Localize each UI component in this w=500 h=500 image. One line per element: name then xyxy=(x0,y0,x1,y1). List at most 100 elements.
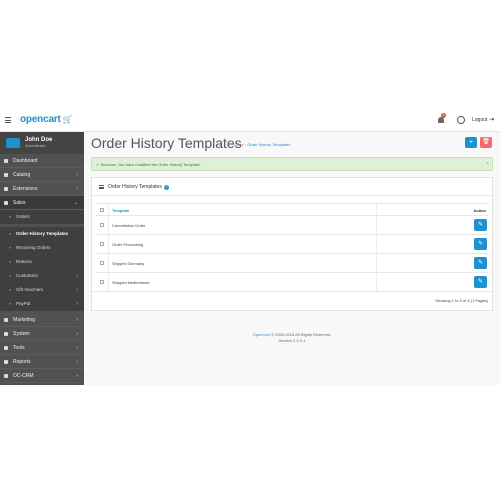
sidebar-subitem-label: PayPal xyxy=(16,301,31,306)
chevron-right-icon: › xyxy=(76,373,78,379)
template-name: Shipped Germany xyxy=(112,261,145,266)
sidebar-item-label: System xyxy=(13,331,30,337)
sidebar-subitem-order-history-templates[interactable]: » Order History Templates xyxy=(0,227,84,241)
logout-link[interactable]: Logout ⇥ xyxy=(472,116,494,123)
sidebar-subitem-label: Order History Templates xyxy=(16,231,69,236)
footer-brand-link[interactable]: OpenCart xyxy=(253,332,270,337)
table-row: Order Processing ✎ xyxy=(96,234,489,253)
sidebar-item-label: Marketing xyxy=(13,317,35,323)
sidebar: John Doe Administrator Dashboard Catalog… xyxy=(0,132,84,385)
page-title: Order History Templates xyxy=(91,135,242,151)
chevron-right-icon: › xyxy=(76,317,78,323)
pagination-results: Showing 1 to 4 of 4 (1 Pages) xyxy=(435,298,488,303)
sidebar-subitem-customers[interactable]: » Customers › xyxy=(0,269,84,283)
close-icon[interactable]: × xyxy=(486,161,489,167)
angle-right-icon: » xyxy=(9,301,12,306)
user-profile[interactable]: John Doe Administrator xyxy=(0,132,84,154)
breadcrumb-current[interactable]: Order History Templates xyxy=(247,142,290,147)
edit-button[interactable]: ✎ xyxy=(474,238,487,250)
row-checkbox[interactable] xyxy=(100,261,104,265)
footer-version: Version 2.0.3.1 xyxy=(278,338,306,343)
angle-right-icon: » xyxy=(9,245,12,250)
delete-button[interactable]: 🗑 xyxy=(480,137,492,148)
sidebar-item-dashboard[interactable]: Dashboard xyxy=(0,154,84,168)
tag-icon xyxy=(4,173,8,177)
templates-panel: Order History Templates? Template Action… xyxy=(91,177,493,311)
top-navbar: opencart 🛒 4 Logout ⇥ xyxy=(0,110,500,132)
panel-title: Order History Templates? xyxy=(108,184,169,190)
template-name: Shipped Netherlands xyxy=(112,280,150,285)
sidebar-item-oc-crm[interactable]: OC-CRM › xyxy=(0,369,84,383)
sign-out-icon: ⇥ xyxy=(489,117,495,123)
add-new-button[interactable]: + xyxy=(465,137,477,148)
opencart-logo[interactable]: opencart 🛒 xyxy=(20,114,73,125)
sidebar-item-label: OC-CRM xyxy=(13,373,34,379)
wrench-icon xyxy=(4,346,8,350)
sidebar-subitem-paypal[interactable]: » PayPal › xyxy=(0,297,84,311)
sidebar-item-reports[interactable]: Reports › xyxy=(0,355,84,369)
sidebar-item-system[interactable]: System › xyxy=(0,327,84,341)
logo-text: opencart xyxy=(20,114,61,125)
row-checkbox[interactable] xyxy=(100,280,104,284)
table-header-row: Template Action xyxy=(96,203,489,215)
notification-badge: 4 xyxy=(441,113,446,118)
table-row: Cancellation Order ✎ xyxy=(96,215,489,234)
sidebar-subitem-returns[interactable]: » Returns xyxy=(0,255,84,269)
panel-title-text: Order History Templates xyxy=(108,184,162,190)
success-alert: ✓ Success: You have modified the Order H… xyxy=(91,157,493,171)
sidebar-subitem-label: Orders xyxy=(16,214,30,219)
edit-button[interactable]: ✎ xyxy=(474,257,487,269)
select-all-checkbox[interactable] xyxy=(100,208,104,212)
footer-copyright: © 2009-2015 All Rights Reserved. xyxy=(269,332,332,337)
chevron-down-icon: ⌄ xyxy=(73,200,78,206)
row-checkbox[interactable] xyxy=(100,242,104,246)
help-question-icon[interactable]: ? xyxy=(163,185,169,190)
row-checkbox[interactable] xyxy=(100,223,104,227)
column-header-template[interactable]: Template xyxy=(112,208,129,213)
alert-text: ✓ Success: You have modified the Order H… xyxy=(96,162,201,167)
share-icon xyxy=(4,318,8,322)
sidebar-item-extensions[interactable]: Extensions › xyxy=(0,182,84,196)
sidebar-item-label: Extensions xyxy=(13,186,38,192)
chevron-right-icon: › xyxy=(76,345,78,351)
bar-chart-icon xyxy=(4,360,8,364)
angle-right-icon: » xyxy=(9,259,12,264)
breadcrumb-home[interactable]: Home xyxy=(233,142,244,147)
table-row: Shipped Germany ✎ xyxy=(96,253,489,272)
sidebar-item-catalog[interactable]: Catalog › xyxy=(0,168,84,182)
sidebar-item-tools[interactable]: Tools › xyxy=(0,341,84,355)
footer: OpenCart © 2009-2015 All Rights Reserved… xyxy=(91,332,493,344)
shopping-cart-icon xyxy=(4,201,8,205)
angle-right-icon: » xyxy=(9,214,12,219)
breadcrumb-separator: › xyxy=(244,142,247,147)
column-header-action: Action xyxy=(473,208,486,213)
bar-chart-icon xyxy=(4,374,8,378)
profile-role: Administrator xyxy=(25,144,46,148)
panel-heading: Order History Templates? xyxy=(92,178,492,196)
logout-label: Logout xyxy=(472,117,488,123)
edit-button[interactable]: ✎ xyxy=(474,276,487,288)
sidebar-subitem-label: Returns xyxy=(16,259,32,264)
sidebar-item-marketing[interactable]: Marketing › xyxy=(0,313,84,327)
avatar xyxy=(6,138,20,148)
puzzle-icon xyxy=(4,187,8,191)
sidebar-subitem-recurring-orders[interactable]: » Recurring Orders xyxy=(0,241,84,255)
notifications-bell-icon[interactable]: 4 xyxy=(437,113,446,124)
sidebar-subitem-gift-vouchers[interactable]: » Gift Vouchers › xyxy=(0,283,84,297)
sidebar-subitem-label: Recurring Orders xyxy=(16,245,51,250)
sidebar-item-label: Tools xyxy=(13,345,25,351)
breadcrumb: Home › Order History Templates xyxy=(233,142,290,147)
sidebar-item-label: Dashboard xyxy=(13,158,38,164)
chevron-right-icon: › xyxy=(76,186,78,192)
sidebar-subitem-orders[interactable]: » Orders xyxy=(0,210,84,224)
edit-button[interactable]: ✎ xyxy=(474,219,487,231)
sidebar-item-sales[interactable]: Sales ⌄ xyxy=(0,196,84,210)
gear-icon xyxy=(4,332,8,336)
table-row: Shipped Netherlands ✎ xyxy=(96,272,489,291)
help-lifering-icon[interactable] xyxy=(457,116,465,124)
chevron-right-icon: › xyxy=(76,172,78,178)
menu-toggle-icon[interactable] xyxy=(5,117,11,123)
angle-right-icon: » xyxy=(9,231,12,236)
chevron-right-icon: › xyxy=(76,301,78,307)
table-bottom-divider xyxy=(92,291,492,292)
